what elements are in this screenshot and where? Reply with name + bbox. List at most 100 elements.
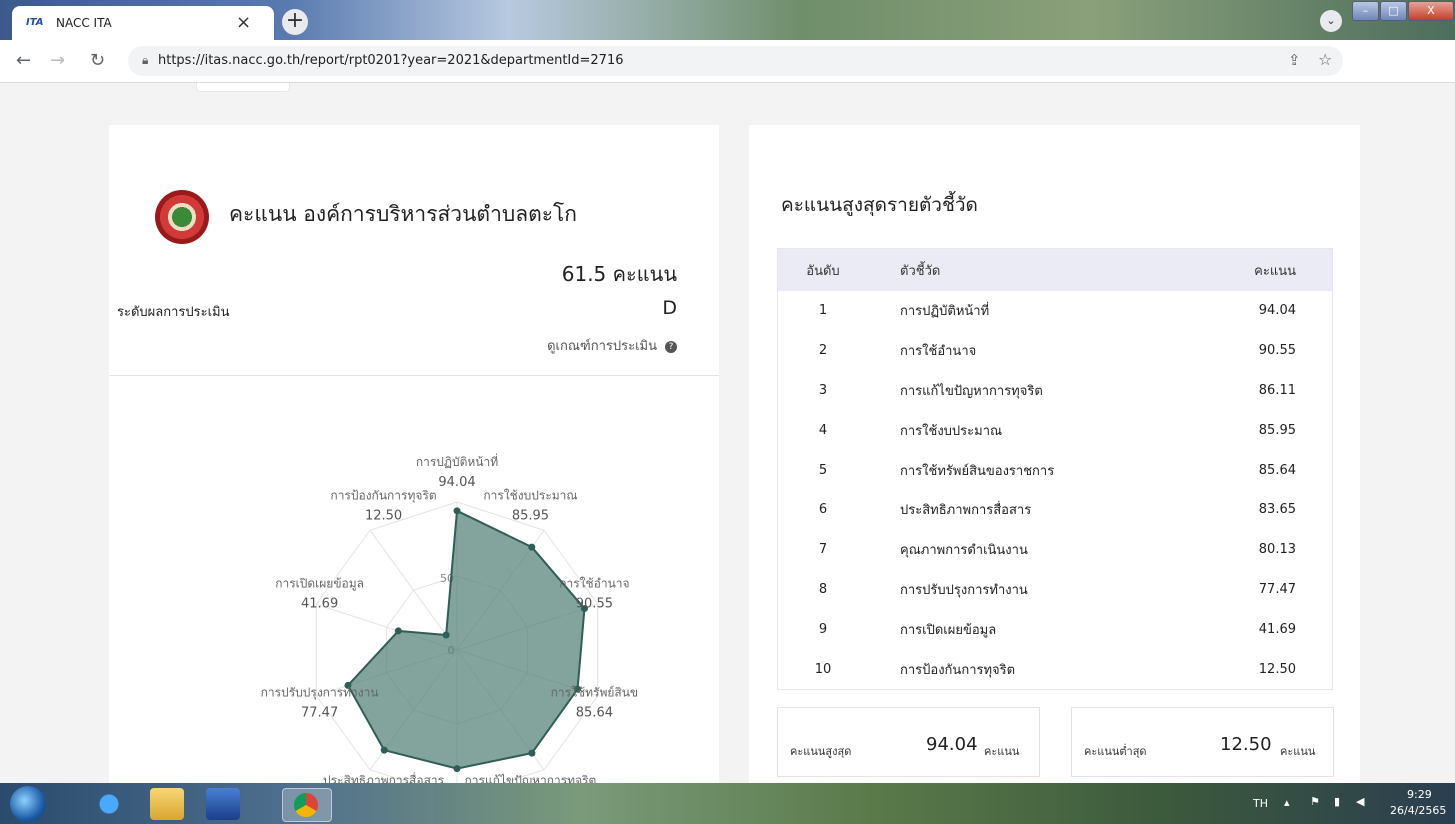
criteria-link-label[interactable]: ดูเกณฑ์การประเมิน bbox=[547, 339, 657, 354]
url-text[interactable]: https://itas.nacc.go.th/report/rpt0201?y… bbox=[158, 53, 624, 68]
help-icon[interactable]: ? bbox=[665, 341, 677, 353]
chrome-taskbar-button[interactable] bbox=[282, 788, 332, 822]
top-indicators-card: คะแนนสูงสุดรายตัวชี้วัด อันดับ ตัวชี้วัด… bbox=[749, 125, 1360, 783]
radar-value-label: 85.95 bbox=[512, 509, 549, 524]
tab-search-chevron-icon[interactable]: ⌄ bbox=[1320, 10, 1342, 32]
radar-axis-label: การใช้ทรัพย์สินข bbox=[551, 685, 638, 699]
rank-cell: 10 bbox=[814, 661, 832, 677]
indicators-title: คะแนนสูงสุดรายตัวชี้วัด bbox=[781, 194, 978, 216]
table-row: 1 การปฏิบัติหน้าที่ 94.04 bbox=[778, 291, 1333, 331]
browser-tab[interactable]: ITA NACC ITA × bbox=[12, 6, 274, 40]
start-button[interactable] bbox=[10, 786, 46, 822]
radar-value-label: 94.04 bbox=[438, 475, 475, 490]
radar-point bbox=[453, 507, 461, 515]
max-score-value: 94.04 bbox=[926, 734, 978, 755]
score-header: คะแนน bbox=[1194, 248, 1333, 291]
total-score: 61.5 คะแนน bbox=[561, 262, 677, 286]
radar-axis-label: การเปิดเผยข้อมูล bbox=[275, 577, 364, 592]
score-cell: 86.11 bbox=[1258, 382, 1296, 398]
rank-cell: 7 bbox=[818, 542, 828, 558]
score-cell: 12.50 bbox=[1258, 661, 1296, 677]
min-score-unit: คะแนน bbox=[1280, 745, 1316, 758]
org-seal-logo bbox=[155, 190, 209, 244]
new-tab-button[interactable]: + bbox=[282, 9, 308, 35]
window-controls: – □ X bbox=[1352, 1, 1455, 21]
rank-cell: 2 bbox=[818, 343, 828, 359]
top-tab-stub bbox=[196, 83, 290, 92]
maximize-button[interactable]: □ bbox=[1379, 1, 1407, 21]
signal-icon[interactable]: ▮ bbox=[1334, 795, 1340, 808]
language-indicator[interactable]: TH bbox=[1253, 797, 1268, 810]
address-bar[interactable]: 🔒︎ https://itas.nacc.go.th/report/rpt020… bbox=[128, 46, 1343, 76]
back-arrow-icon[interactable]: ← bbox=[16, 50, 31, 71]
indicator-cell: การป้องกันการทุจริต bbox=[900, 662, 1016, 678]
table-row: 9 การเปิดเผยข้อมูล 41.69 bbox=[778, 609, 1333, 649]
max-score-unit: คะแนน bbox=[984, 745, 1020, 758]
score-cell: 80.13 bbox=[1258, 542, 1296, 558]
table-row: 7 คุณภาพการดำเนินงาน 80.13 bbox=[778, 530, 1333, 570]
table-header-row: อันดับ ตัวชี้วัด คะแนน bbox=[777, 248, 1333, 291]
volume-icon[interactable]: ◀ bbox=[1356, 795, 1364, 808]
indicator-cell: การใช้ทรัพย์สินของราชการ bbox=[900, 463, 1055, 479]
grade-value: D bbox=[662, 297, 677, 319]
org-title: คะแนน องค์การบริหารส่วนตำบลตะโก bbox=[229, 202, 577, 226]
chrome-icon bbox=[294, 793, 318, 817]
radar-axis-label: การปรับปรุงการทำงาน bbox=[261, 685, 379, 700]
close-window-button[interactable]: X bbox=[1407, 1, 1454, 21]
table-row: 3 การแก้ไขปัญหาการทุจริต 86.11 bbox=[778, 371, 1333, 411]
network-icon[interactable]: ⚑ bbox=[1310, 795, 1320, 808]
score-cell: 94.04 bbox=[1258, 303, 1296, 319]
radar-chart: 050การปฏิบัติหน้าที่94.04การใช้งบประมาณ8… bbox=[261, 453, 638, 783]
radar-axis-label: การป้องกันการทุจริต bbox=[330, 489, 436, 504]
indicator-cell: การใช้อำนาจ bbox=[900, 344, 977, 360]
rank-cell: 9 bbox=[818, 621, 828, 637]
internet-explorer-icon[interactable] bbox=[92, 788, 126, 820]
radar-value-label: 12.50 bbox=[365, 509, 402, 524]
radar-value-label: 90.55 bbox=[576, 597, 613, 612]
tab-close-button[interactable]: × bbox=[236, 12, 251, 33]
score-cell: 77.47 bbox=[1258, 581, 1296, 597]
rank-cell: 8 bbox=[818, 581, 828, 597]
forward-arrow-icon[interactable]: → bbox=[50, 50, 65, 71]
org-score-card: คะแนน องค์การบริหารส่วนตำบลตะโก 61.5 คะแ… bbox=[109, 125, 719, 783]
score-cell: 85.64 bbox=[1258, 462, 1296, 478]
indicator-cell: การปรับปรุงการทำงาน bbox=[900, 582, 1028, 598]
score-cell: 90.55 bbox=[1258, 343, 1296, 359]
indicator-header: ตัวชี้วัด bbox=[868, 248, 1195, 291]
radar-point bbox=[442, 631, 450, 639]
score-cell: 41.69 bbox=[1258, 621, 1296, 637]
lock-icon[interactable]: 🔒︎ bbox=[142, 53, 148, 68]
radar-axis-label: ประสิทธิภาพการสื่อสาร bbox=[323, 771, 445, 783]
media-player-icon[interactable] bbox=[206, 788, 240, 820]
radar-point bbox=[453, 765, 461, 773]
file-explorer-icon[interactable] bbox=[150, 788, 184, 820]
min-score-box: คะแนนต่ำสุด 12.50 คะแนน bbox=[1071, 707, 1334, 777]
show-hidden-icons-icon[interactable]: ▴ bbox=[1284, 796, 1290, 809]
min-score-label: คะแนนต่ำสุด bbox=[1084, 745, 1147, 758]
score-cell: 85.95 bbox=[1258, 422, 1296, 438]
indicator-cell: ประสิทธิภาพการสื่อสาร bbox=[900, 503, 1032, 519]
criteria-link[interactable]: ดูเกณฑ์การประเมิน? bbox=[547, 335, 677, 356]
minimize-button[interactable]: – bbox=[1352, 1, 1379, 21]
reload-icon[interactable]: ↻ bbox=[90, 50, 105, 71]
clock-time[interactable]: 9:29 bbox=[1407, 788, 1432, 801]
share-icon[interactable]: ⇪ bbox=[1288, 51, 1301, 69]
rank-cell: 5 bbox=[818, 462, 828, 478]
table-row: 2 การใช้อำนาจ 90.55 bbox=[778, 331, 1333, 371]
radar-value-label: 77.47 bbox=[301, 705, 338, 720]
indicator-cell: การแก้ไขปัญหาการทุจริต bbox=[900, 383, 1043, 399]
table-row: 10 การป้องกันการทุจริต 12.50 bbox=[778, 649, 1333, 689]
rank-cell: 1 bbox=[818, 303, 828, 319]
min-score-value: 12.50 bbox=[1220, 734, 1272, 755]
radar-point bbox=[528, 749, 536, 757]
level-label: ระดับผลการประเมิน bbox=[117, 305, 230, 320]
indicator-cell: การปฏิบัติหน้าที่ bbox=[900, 304, 990, 320]
rank-header: อันดับ bbox=[777, 248, 868, 291]
indicator-cell: การเปิดเผยข้อมูล bbox=[900, 622, 997, 638]
table-row: 8 การปรับปรุงการทำงาน 77.47 bbox=[778, 570, 1333, 610]
clock-date[interactable]: 26/4/2565 bbox=[1390, 804, 1446, 817]
radar-axis-label: การปฏิบัติหน้าที่ bbox=[416, 453, 498, 469]
windows-taskbar: TH ▴ ⚑ ▮ ◀ 9:29 26/4/2565 bbox=[0, 783, 1455, 824]
indicator-cell: การใช้งบประมาณ bbox=[900, 423, 1003, 439]
bookmark-star-icon[interactable]: ☆ bbox=[1318, 50, 1332, 69]
